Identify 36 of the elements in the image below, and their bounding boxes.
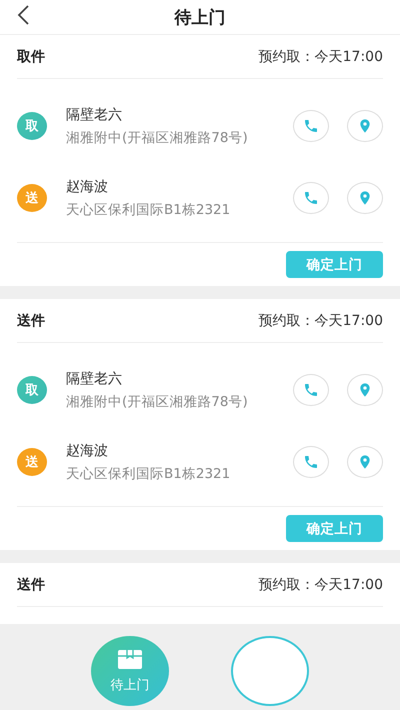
appointment-time: 预约取：今天17:00 — [258, 48, 383, 66]
contact-badge: 送 — [17, 448, 47, 476]
order-type: 送件 — [17, 576, 45, 594]
call-button[interactable] — [293, 182, 329, 214]
call-button[interactable] — [293, 446, 329, 478]
location-button[interactable] — [347, 374, 383, 406]
location-button[interactable] — [347, 110, 383, 142]
contact-badge: 取 — [17, 112, 47, 140]
contact-name: 赵海波 — [66, 178, 109, 196]
confirm-button[interactable]: 确定上门 — [286, 515, 383, 542]
appointment-time: 预约取：今天17:00 — [258, 576, 383, 594]
contact-name: 隔壁老六 — [66, 106, 123, 124]
location-button[interactable] — [347, 182, 383, 214]
appointment-time: 预约取：今天17:00 — [258, 312, 383, 330]
location-button[interactable] — [347, 446, 383, 478]
contact-address: 天心区保利国际B1栋2321 — [66, 464, 232, 482]
order-type: 送件 — [17, 312, 45, 330]
package-icon — [117, 648, 143, 670]
contact-badge: 取 — [17, 376, 47, 404]
confirm-button[interactable]: 确定上门 — [286, 251, 383, 278]
phone-icon — [303, 382, 319, 398]
nav-button[interactable]: 待上门 — [91, 636, 169, 706]
contact-address: 湘雅附中(开福区湘雅路78号) — [66, 392, 249, 410]
order-type: 取件 — [17, 48, 45, 66]
call-button[interactable] — [293, 374, 329, 406]
contact-address: 天心区保利国际B1栋2321 — [66, 200, 232, 218]
contact-name: 隔壁老六 — [66, 370, 123, 388]
phone-icon — [303, 118, 319, 134]
back-icon[interactable] — [16, 4, 30, 26]
phone-icon — [303, 454, 319, 470]
page-title: 待上门 — [174, 6, 226, 28]
contact-address: 湘雅附中(开福区湘雅路78号) — [66, 128, 249, 146]
call-button[interactable] — [293, 110, 329, 142]
contact-name: 赵海波 — [66, 442, 109, 460]
contact-badge: 送 — [17, 184, 47, 212]
phone-icon — [303, 190, 319, 206]
